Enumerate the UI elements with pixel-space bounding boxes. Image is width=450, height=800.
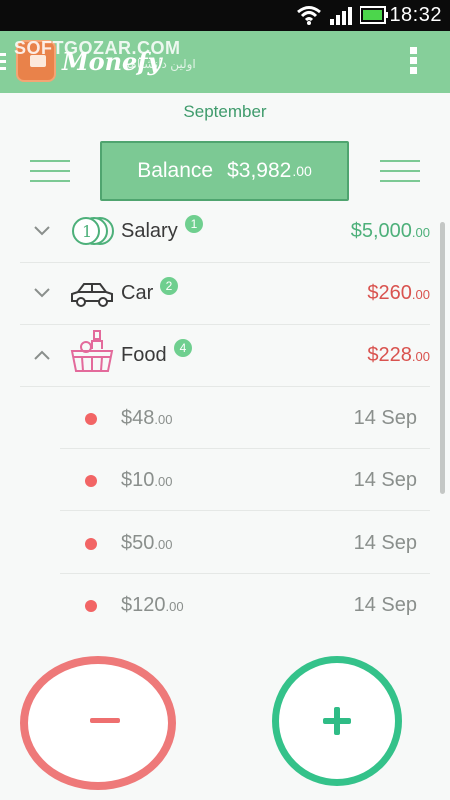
amount-value: $50 bbox=[121, 532, 155, 554]
category-name: Car bbox=[121, 282, 154, 304]
category-amount: $5,000.00 bbox=[351, 220, 430, 243]
chevron-up-icon[interactable] bbox=[34, 347, 50, 365]
amount-value: $260 bbox=[367, 282, 412, 304]
count-badge: 1 bbox=[185, 215, 203, 233]
category-amount: $228.00 bbox=[367, 344, 430, 367]
transaction-amount: $10.00 bbox=[121, 469, 172, 492]
navigation-icon[interactable] bbox=[0, 53, 8, 76]
category-name: Salary bbox=[121, 220, 178, 242]
coins-icon: 1 bbox=[70, 209, 114, 258]
left-menu-icon[interactable] bbox=[30, 160, 70, 187]
amount-value: $10 bbox=[121, 469, 155, 491]
status-bar: 18:32 bbox=[0, 0, 450, 31]
count-badge: 2 bbox=[160, 277, 178, 295]
amount-cents: .00 bbox=[411, 287, 430, 302]
battery-icon bbox=[359, 6, 388, 29]
watermark: SOFTGOZAR.COM bbox=[14, 38, 181, 58]
add-income-button[interactable] bbox=[272, 656, 402, 786]
expense-dot-icon bbox=[85, 413, 97, 425]
add-expense-button[interactable] bbox=[20, 656, 176, 790]
transaction-amount: $50.00 bbox=[121, 532, 172, 555]
right-menu-icon[interactable] bbox=[380, 160, 420, 187]
transaction-amount: $48.00 bbox=[121, 407, 172, 430]
car-icon bbox=[70, 271, 114, 320]
expense-dot-icon bbox=[85, 538, 97, 550]
month-label[interactable]: September bbox=[0, 102, 450, 122]
amount-value: $120 bbox=[121, 594, 166, 616]
category-row-car[interactable]: Car 2 $260.00 bbox=[20, 263, 430, 325]
chevron-down-icon[interactable] bbox=[34, 285, 50, 303]
amount-cents: .00 bbox=[165, 599, 184, 614]
amount-cents: .00 bbox=[411, 349, 430, 364]
transaction-date: 14 Sep bbox=[353, 532, 417, 554]
chevron-down-icon[interactable] bbox=[34, 223, 50, 241]
expense-dot-icon bbox=[85, 600, 97, 612]
transaction-date: 14 Sep bbox=[353, 469, 417, 491]
watermark-subtitle: اولین دانشنامه bbox=[124, 57, 196, 71]
balance-amount: $3,982 bbox=[227, 159, 292, 182]
clock: 18:32 bbox=[389, 4, 442, 26]
amount-value: $5,000 bbox=[350, 220, 412, 242]
transaction-row[interactable]: $120.00 14 Sep bbox=[60, 574, 430, 636]
balance-button[interactable]: Balance $3,982.00 bbox=[100, 141, 349, 201]
wifi-icon bbox=[296, 4, 322, 31]
amount-cents: .00 bbox=[154, 474, 173, 489]
svg-text:1: 1 bbox=[82, 222, 92, 241]
overflow-menu-icon[interactable] bbox=[410, 47, 418, 80]
category-name: Food bbox=[121, 344, 167, 366]
scrollbar[interactable] bbox=[440, 222, 445, 494]
transaction-row[interactable]: $10.00 14 Sep bbox=[60, 449, 430, 511]
amount-cents: .00 bbox=[411, 225, 430, 240]
expense-dot-icon bbox=[85, 475, 97, 487]
food-basket-icon bbox=[70, 330, 114, 380]
amount-cents: .00 bbox=[154, 412, 173, 427]
balance-cents: .00 bbox=[292, 163, 312, 179]
category-row-salary[interactable]: 1 Salary 1 $5,000.00 bbox=[20, 201, 430, 263]
balance-label: Balance bbox=[137, 159, 214, 182]
transaction-amount: $120.00 bbox=[121, 594, 184, 617]
transaction-row[interactable]: $50.00 14 Sep bbox=[60, 512, 430, 574]
transaction-date: 14 Sep bbox=[353, 594, 417, 616]
count-badge: 4 bbox=[174, 339, 192, 357]
signal-icon bbox=[330, 7, 352, 30]
category-amount: $260.00 bbox=[367, 282, 430, 305]
amount-value: $48 bbox=[121, 407, 155, 429]
transaction-date: 14 Sep bbox=[353, 407, 417, 429]
amount-cents: .00 bbox=[154, 537, 173, 552]
amount-value: $228 bbox=[367, 344, 412, 366]
category-row-food[interactable]: Food 4 $228.00 bbox=[20, 325, 430, 387]
transaction-row[interactable]: $48.00 14 Sep bbox=[60, 387, 430, 449]
